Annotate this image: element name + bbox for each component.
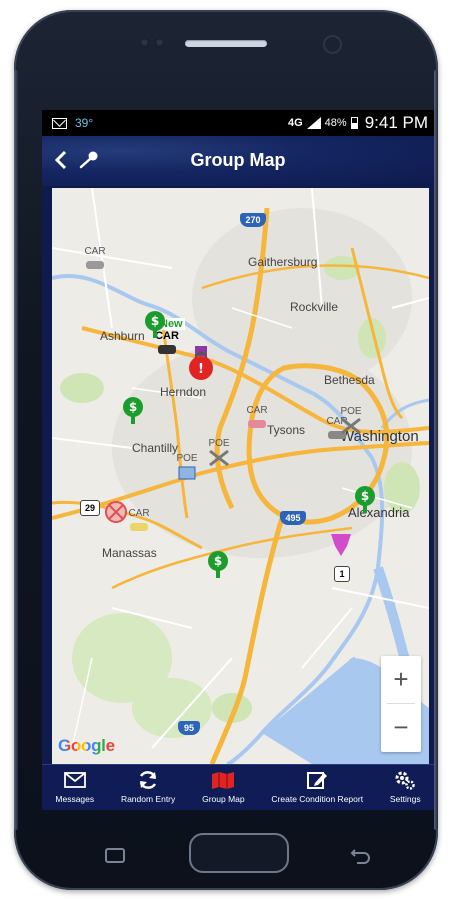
lock-pin-icon[interactable]: ! [188,346,214,382]
svg-text:$: $ [129,400,137,414]
recent-apps-icon[interactable] [104,846,126,864]
sensor-icon [155,38,164,47]
clock: 9:41 PM [364,113,428,132]
dollar-pin-icon[interactable]: $ [207,550,229,580]
map-label-ashburn: Ashburn [100,329,145,343]
svg-text:$: $ [214,554,222,568]
highway-shield: 270 [240,213,266,227]
sensor-icon [140,38,149,47]
map-label-herndon: Herndon [160,385,207,399]
new-marker[interactable]: New $ [144,310,186,342]
map-label-manassas: Manassas [102,546,157,560]
signal-icon [306,117,321,129]
car-marker[interactable]: CAR [240,405,274,435]
phone-edge-right [434,70,438,830]
poe-marker-label: POE [176,453,198,464]
dollar-pin-icon: $ [145,311,165,338]
earpiece-speaker [185,40,267,47]
zoom-in-button[interactable]: + [381,656,421,703]
network-type: 4G [287,117,303,129]
temperature: 39° [75,116,94,130]
google-attribution-logo: Google [58,736,115,756]
pink-pin-icon[interactable] [329,530,353,558]
app-bar: Group Map [42,136,434,186]
zoom-controls: + − [381,656,421,752]
mail-notification-icon [52,117,67,129]
map-icon [211,769,235,791]
map-label-gaithersburg: Gaithersburg [248,255,318,269]
gear-icon [394,769,416,791]
edit-icon [306,769,328,791]
dollar-pin-icon[interactable]: $ [354,485,376,515]
nav-create-condition-report[interactable]: Create Condition Report [258,765,376,810]
zoom-out-button[interactable]: − [381,704,421,751]
nav-random-entry[interactable]: Random Entry [108,765,189,810]
car-marker[interactable]: CAR [78,246,112,276]
refresh-icon [137,769,159,791]
poe-marker-label: POE [208,438,230,449]
phone-screen: 39° 4G 48% 9:41 PM Group Map 270 495 95 … [42,110,434,810]
nav-label: Group Map [202,794,245,804]
poe-marker[interactable]: POE [170,453,204,487]
poe-marker[interactable]: POE [334,406,368,440]
car-icon [86,261,104,269]
highway-shield: 95 [178,721,200,735]
highway-shield: 29 [80,500,100,516]
map-label-rockville: Rockville [290,300,339,314]
nav-label: Random Entry [120,794,176,804]
envelope-icon [63,769,86,791]
poe-icon [178,466,196,480]
svg-text:!: ! [198,362,204,377]
page-title: Group Map [190,150,286,170]
battery-percent: 48% [324,117,347,129]
car-marker-label: CAR [246,405,268,416]
poe-marker-label: POE [340,406,362,417]
poe-marker[interactable]: POE [202,438,236,472]
poe-icon [209,449,229,467]
nav-label: Settings [389,794,421,804]
home-button[interactable] [189,833,289,873]
highway-shield: 495 [280,511,306,525]
nav-group-map[interactable]: Group Map [189,765,258,810]
status-indicators: 4G 48% 9:41 PM [288,113,434,133]
poe-icon [341,417,361,435]
phone-frame: 39° 4G 48% 9:41 PM Group Map 270 495 95 … [14,10,438,890]
car-icon [158,345,176,354]
phone-edge-left [14,70,18,830]
car-icon [248,420,266,428]
car-marker-label: CAR [84,246,106,257]
back-key-icon[interactable] [349,846,371,864]
bottom-navigation: Messages Random Entry Group Map Create C… [42,764,434,810]
nav-messages[interactable]: Messages [42,765,108,810]
front-camera-icon [323,35,342,54]
nav-label: Create Condition Report [271,794,364,804]
group-map[interactable]: 270 495 95 29 1 Gaithersburg Rockville A… [52,188,429,764]
svg-text:$: $ [361,489,369,503]
google-logo-text: Google [58,736,115,755]
status-bar: 39° 4G 48% 9:41 PM [42,110,434,136]
battery-icon [350,117,358,129]
nav-label: Messages [55,794,95,804]
nav-settings[interactable]: Settings [376,765,434,810]
highway-shield: 1 [334,566,350,582]
map-label-bethesda: Bethesda [324,373,375,387]
dollar-pin-icon[interactable]: $ [122,396,144,426]
svg-text:$: $ [151,314,159,328]
no-entry-icon[interactable] [104,500,128,524]
